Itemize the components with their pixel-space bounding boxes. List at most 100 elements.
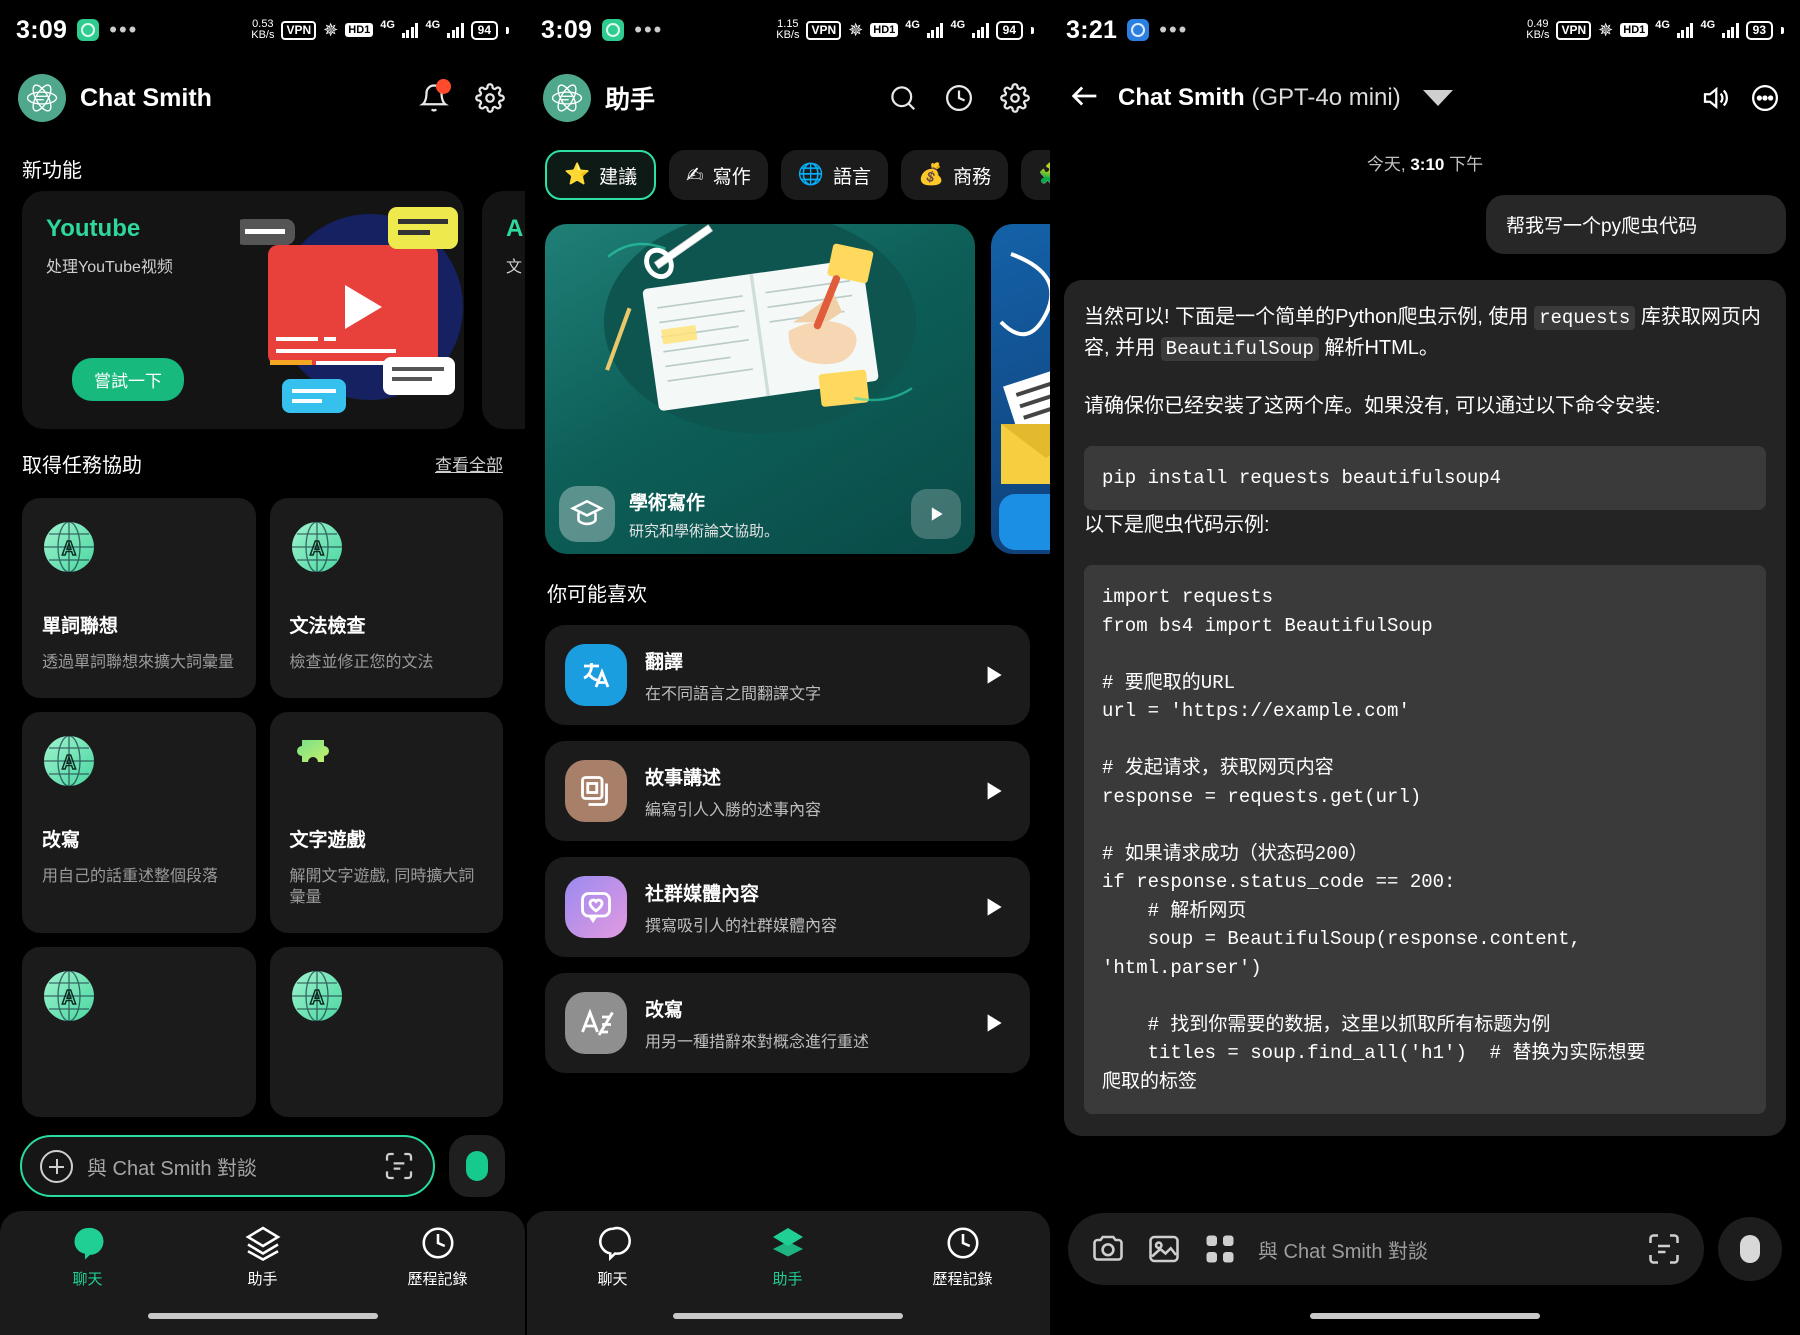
panel-home: 3:09 ••• 0.53 KB/s VPN ✵ HD1 4G 4G 94 Ch… bbox=[0, 0, 525, 1335]
play-icon bbox=[987, 782, 1002, 800]
chip-writing[interactable]: ✍ 寫作 bbox=[669, 150, 768, 200]
inline-code: requests bbox=[1534, 306, 1636, 330]
gear-icon[interactable] bbox=[473, 81, 507, 115]
plus-icon[interactable] bbox=[40, 1149, 73, 1183]
play-icon bbox=[987, 1014, 1002, 1032]
play-button[interactable] bbox=[911, 489, 961, 539]
chat-input[interactable]: 與 Chat Smith 對談 bbox=[20, 1135, 435, 1197]
tab-history[interactable]: 歷程記錄 bbox=[875, 1225, 1050, 1289]
task-card[interactable]: A bbox=[269, 946, 503, 1117]
chip-other[interactable]: 🧩 其他 bbox=[1021, 150, 1050, 200]
feature-card-youtube[interactable]: Youtube 处理YouTube视频 嘗試一下 bbox=[22, 191, 464, 429]
list-item[interactable]: 翻譯 在不同語言之間翻譯文字 bbox=[545, 625, 1030, 725]
task-card[interactable]: A bbox=[22, 946, 256, 1117]
battery-level: 93 bbox=[1745, 20, 1773, 40]
tab-chat[interactable]: 聊天 bbox=[0, 1225, 175, 1289]
translate-icon bbox=[565, 644, 627, 706]
gear-icon[interactable] bbox=[998, 81, 1032, 115]
layers-icon bbox=[772, 1228, 803, 1257]
task-card[interactable]: A 文法檢查 檢查並修正您的文法 bbox=[269, 498, 503, 698]
signal-bars-1 bbox=[401, 22, 419, 38]
app-title: Chat Smith bbox=[80, 83, 212, 112]
play-icon bbox=[987, 666, 1002, 684]
hero-card-next[interactable] bbox=[991, 224, 1050, 554]
play-button[interactable] bbox=[976, 658, 1010, 692]
list-item[interactable]: 改寫 用另一種措辭來對概念進行重述 bbox=[545, 973, 1030, 1073]
chip-suggestions[interactable]: ⭐ 建議 bbox=[545, 150, 657, 200]
chevron-down-icon[interactable] bbox=[1422, 90, 1453, 106]
chip-label: 建議 bbox=[599, 166, 638, 188]
book-icon bbox=[565, 760, 627, 822]
hero-card-academic-writing[interactable]: 學術寫作 研究和學術論文協助。 bbox=[545, 224, 975, 554]
tab-assistant[interactable]: 助手 bbox=[700, 1225, 875, 1289]
chip-language[interactable]: 🌐 語言 bbox=[780, 150, 888, 200]
more-icon[interactable] bbox=[1748, 81, 1782, 115]
grid-icon[interactable] bbox=[1202, 1231, 1238, 1267]
vpn-icon: VPN bbox=[1556, 20, 1592, 40]
scan-icon[interactable] bbox=[1646, 1231, 1682, 1267]
signal-bars-1 bbox=[1676, 22, 1694, 38]
network-type-2: 4G bbox=[950, 19, 966, 31]
chip-business[interactable]: 💰 商務 bbox=[900, 150, 1009, 200]
battery-level: 94 bbox=[995, 20, 1023, 40]
hd-icon: HD1 bbox=[870, 23, 899, 37]
clock-icon bbox=[946, 1227, 979, 1259]
task-title: 改寫 bbox=[42, 829, 81, 851]
list-item-subtitle: 撰寫吸引人的社群媒體內容 bbox=[645, 917, 838, 935]
chat-title[interactable]: Chat Smith (GPT-4o mini) bbox=[1118, 84, 1401, 112]
task-title: 文字遊戲 bbox=[289, 829, 366, 851]
battery-tip bbox=[506, 26, 509, 34]
speaker-icon[interactable] bbox=[1698, 81, 1732, 115]
status-bar: 3:09 ••• 1.15 KB/s VPN ✵ HD1 4G 4G 94 bbox=[525, 0, 1050, 60]
task-card[interactable]: A 改寫 用自己的話重述整個段落 bbox=[22, 711, 256, 933]
tab-history[interactable]: 歷程記錄 bbox=[350, 1225, 525, 1289]
home-indicator bbox=[1310, 1313, 1540, 1319]
mic-icon bbox=[466, 1151, 488, 1181]
list-item[interactable]: 社群媒體內容 撰寫吸引人的社群媒體內容 bbox=[545, 857, 1030, 957]
status-time: 3:09 bbox=[541, 15, 593, 44]
play-button[interactable] bbox=[976, 890, 1010, 924]
signal-bars-2 bbox=[1722, 22, 1739, 38]
youtube-illustration bbox=[240, 207, 463, 413]
play-icon bbox=[987, 898, 1002, 916]
bell-icon[interactable] bbox=[417, 79, 451, 115]
feature-carousel[interactable]: Youtube 处理YouTube视频 嘗試一下 A 文 bbox=[0, 191, 525, 429]
notebook-illustration bbox=[603, 224, 917, 434]
assistant-message-bubble: 当然可以! 下面是一个简单的Python爬虫示例, 使用 requests 库获… bbox=[1064, 280, 1786, 1137]
play-button[interactable] bbox=[976, 1006, 1010, 1040]
camera-icon[interactable] bbox=[1090, 1231, 1126, 1267]
panel-assistant: 3:09 ••• 1.15 KB/s VPN ✵ HD1 4G 4G 94 助手… bbox=[525, 0, 1050, 1335]
composer-bar: 與 Chat Smith 對談 bbox=[0, 1121, 525, 1211]
task-card[interactable]: A 單詞聯想 透過單詞聯想來擴大詞彙量 bbox=[22, 498, 256, 698]
puzzle-icon: 🧩 bbox=[1038, 163, 1050, 187]
try-it-button[interactable]: 嘗試一下 bbox=[72, 358, 184, 401]
status-more-icon: ••• bbox=[1159, 17, 1189, 43]
network-rate: 0.49 KB/s bbox=[1526, 18, 1550, 41]
play-button[interactable] bbox=[976, 774, 1010, 808]
mic-button[interactable] bbox=[1718, 1217, 1782, 1281]
section-tasks-title: 取得任務協助 bbox=[22, 455, 142, 477]
image-icon[interactable] bbox=[1146, 1231, 1182, 1267]
back-arrow-icon[interactable] bbox=[1068, 79, 1102, 118]
tab-assistant[interactable]: 助手 bbox=[175, 1225, 350, 1289]
voice-button[interactable] bbox=[449, 1135, 505, 1197]
scan-icon[interactable] bbox=[383, 1150, 415, 1182]
view-all-link[interactable]: 查看全部 bbox=[435, 451, 503, 476]
chip-label: 寫作 bbox=[712, 166, 751, 188]
puzzle-icon bbox=[296, 739, 329, 762]
panel-divider bbox=[1050, 0, 1052, 1335]
three-panel-screenshot: 3:09 ••• 0.53 KB/s VPN ✵ HD1 4G 4G 94 Ch… bbox=[0, 0, 1800, 1335]
list-item[interactable]: 故事講述 編寫引人入勝的述事內容 bbox=[545, 741, 1030, 841]
clock-icon[interactable] bbox=[942, 81, 976, 115]
tab-chat[interactable]: 聊天 bbox=[525, 1225, 700, 1289]
task-title: 單詞聯想 bbox=[42, 616, 119, 637]
search-icon[interactable] bbox=[886, 81, 920, 115]
user-message-bubble: 帮我写一个py爬虫代码 bbox=[1486, 195, 1786, 254]
bluetooth-icon: ✵ bbox=[323, 19, 339, 40]
feature-card-next[interactable]: A 文 bbox=[482, 191, 525, 429]
list-item-title: 改寫 bbox=[645, 999, 684, 1021]
task-card[interactable]: 文字遊戲 解開文字遊戲, 同時擴大詞彙量 bbox=[269, 711, 503, 933]
chat-input-box[interactable]: 與 Chat Smith 對談 bbox=[1068, 1213, 1704, 1285]
hero-carousel[interactable]: 學術寫作 研究和學術論文協助。 bbox=[525, 206, 1050, 554]
list-item-title: 翻譯 bbox=[645, 651, 684, 673]
